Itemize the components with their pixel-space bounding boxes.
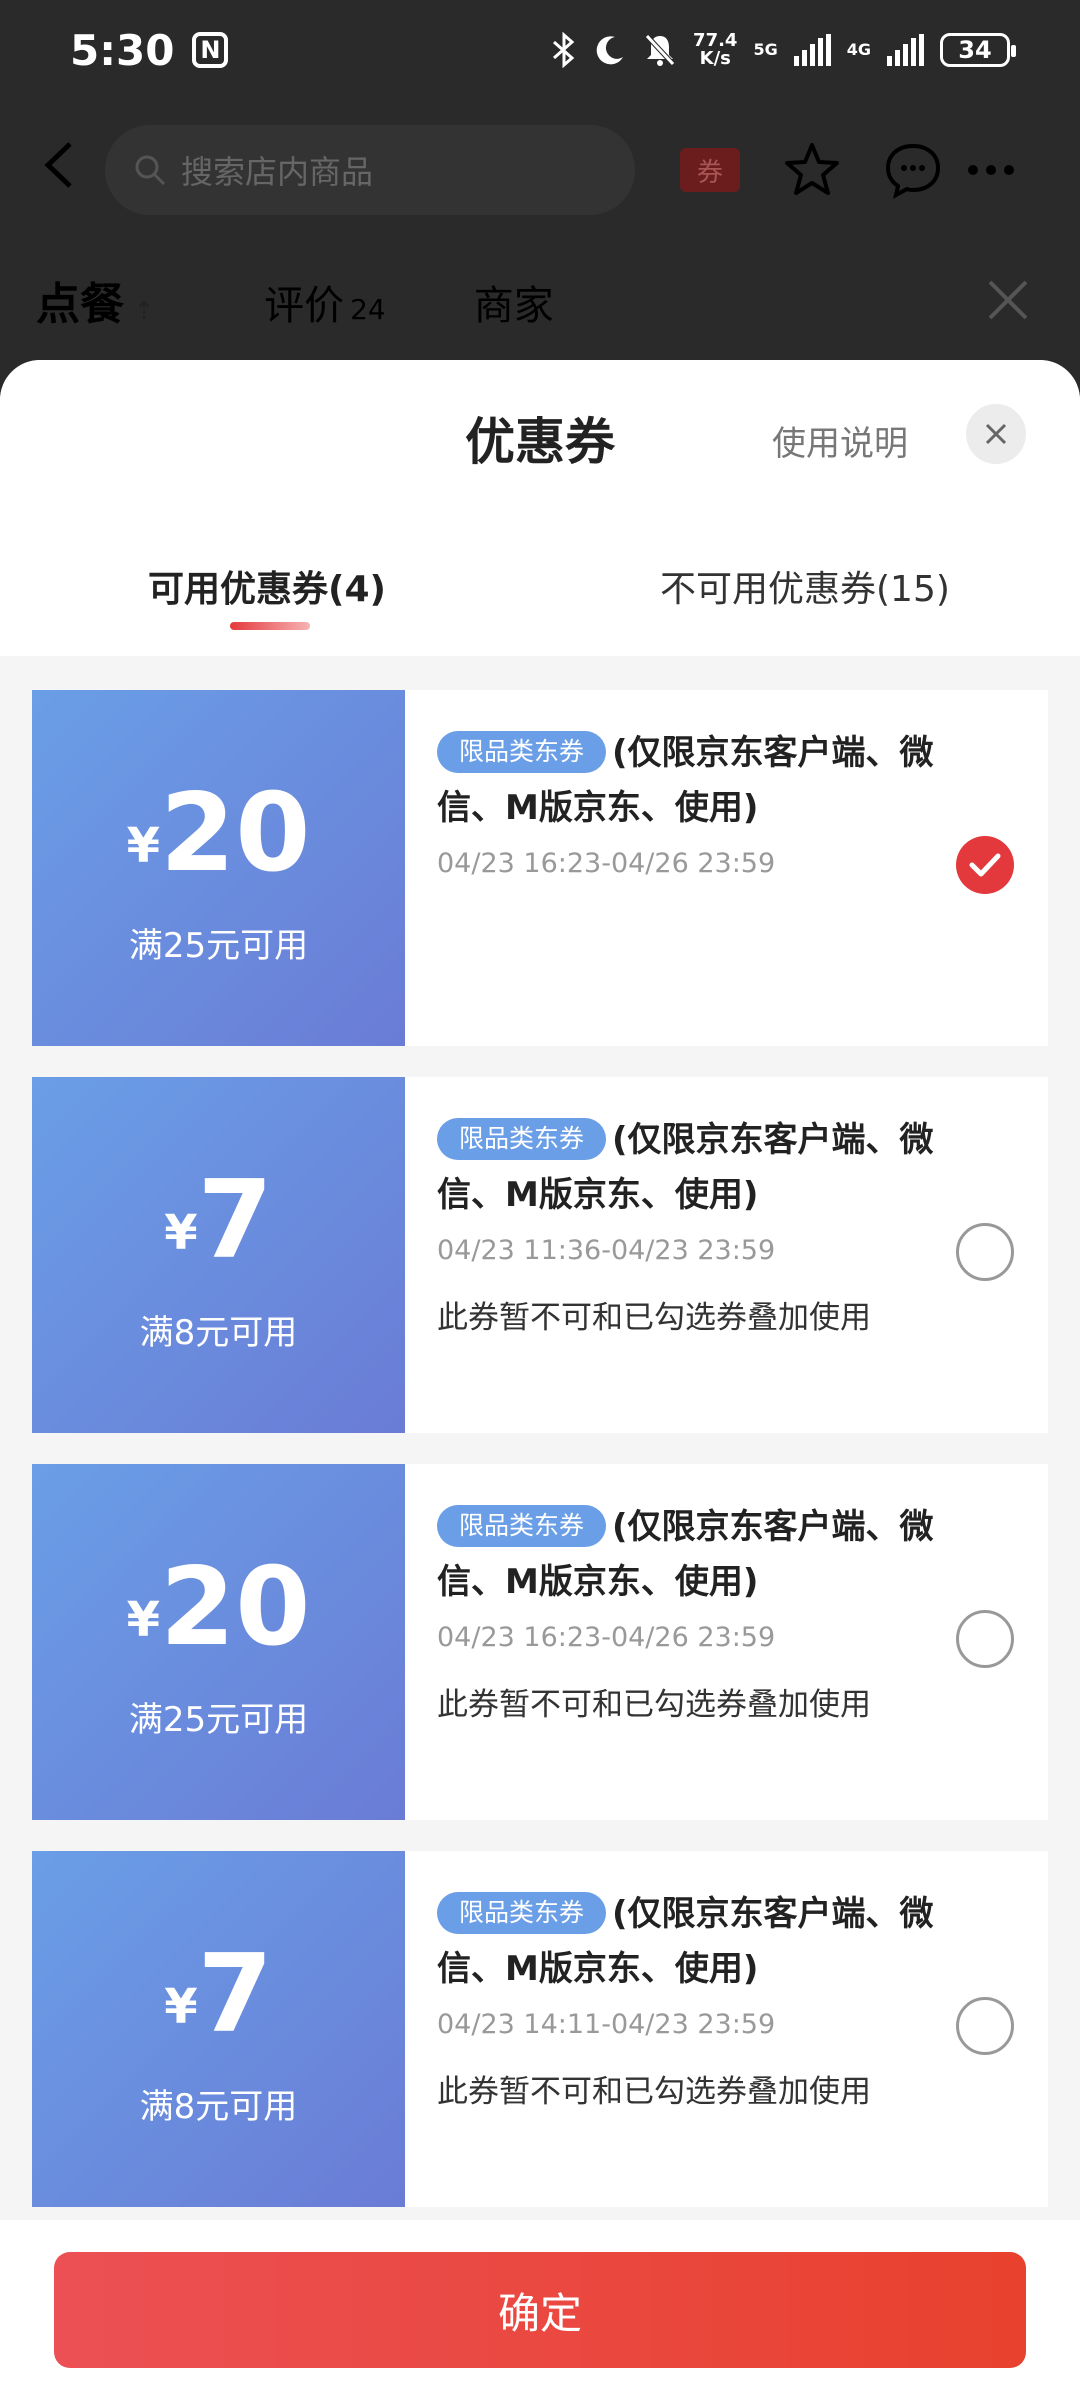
coupon-desc-line1: 限品类东券 (仅限京东客户端、微 — [437, 1113, 977, 1168]
net-speed: 77.4 K/s — [693, 32, 737, 68]
usage-instructions-link[interactable]: 使用说明 — [772, 416, 908, 465]
coupon-details: 限品类东券 (仅限京东客户端、微 信、M版京东、使用) 04/23 16:23-0… — [437, 726, 977, 879]
signal-4g-icon — [887, 34, 924, 66]
search-placeholder: 搜索店内商品 — [181, 153, 374, 191]
coupon-value-panel: ¥7 满8元可用 — [26, 1077, 405, 1433]
sheet-close-button[interactable] — [966, 404, 1026, 464]
min-spend: 满25元可用 — [128, 926, 309, 966]
coupon-validity: 04/23 14:11-04/23 23:59 — [437, 2009, 776, 2040]
category-tag: 限品类东券 — [437, 1505, 607, 1547]
tab-unavailable-coupons[interactable]: 不可用优惠券(15) — [660, 560, 950, 612]
search-input[interactable]: 搜索店内商品 — [105, 125, 635, 215]
sheet-header: 优惠券 使用说明 可用优惠券(4) 不可用优惠券(15) — [0, 360, 1080, 656]
net-speed-unit: K/s — [699, 48, 731, 69]
coupon-select-radio[interactable] — [956, 1610, 1014, 1668]
sheet-title: 优惠券 — [465, 413, 615, 471]
star-icon[interactable] — [782, 140, 842, 200]
chat-icon[interactable] — [882, 140, 944, 200]
coupon-amount: ¥7 — [32, 1941, 405, 2049]
sheet-footer: 确定 — [0, 2220, 1080, 2400]
tab-reviews-count: 24 — [350, 293, 386, 326]
coupon-details: 限品类东券 (仅限京东客户端、微 信、M版京东、使用) 04/23 14:11-0… — [437, 1887, 977, 2111]
category-tag: 限品类东券 — [437, 731, 607, 773]
confirm-button[interactable]: 确定 — [54, 2252, 1026, 2368]
coupon-card[interactable]: ¥7 满8元可用 限品类东券 (仅限京东客户端、微 信、M版京东、使用) 04/2… — [26, 1077, 1048, 1433]
coupon-desc-line2: 信、M版京东、使用) — [437, 1175, 759, 1215]
tab-reviews[interactable]: 评价 24 — [264, 273, 386, 331]
coupon-select-radio[interactable] — [956, 1997, 1014, 2055]
category-tag: 限品类东券 — [437, 1118, 607, 1160]
coupon-amount: ¥20 — [32, 780, 405, 888]
min-spend: 满8元可用 — [139, 2087, 298, 2127]
coupon-validity: 04/23 11:36-04/23 23:59 — [437, 1235, 776, 1266]
nfc-icon: N — [192, 32, 229, 68]
moon-icon — [596, 36, 624, 65]
coupon-stack-note: 此券暂不可和已勾选券叠加使用 — [437, 1300, 871, 1336]
net-5g-label: 5G — [753, 40, 778, 59]
check-icon — [969, 853, 1001, 877]
coupon-desc-text: (仅限京东客户端、微 — [612, 1894, 934, 1934]
status-bar: 5:30 N 77.4 K/s 5G 4G 34 — [0, 0, 1080, 100]
coupon-desc-line1: 限品类东券 (仅限京东客户端、微 — [437, 1887, 977, 1942]
coupon-desc-line1: 限品类东券 (仅限京东客户端、微 — [437, 726, 977, 781]
coupon-select-radio[interactable] — [956, 1223, 1014, 1281]
coupon-desc-line2: 信、M版京东、使用) — [437, 1562, 759, 1602]
currency-symbol: ¥ — [164, 1979, 198, 2035]
amount-value: 7 — [197, 1932, 273, 2057]
battery-icon: 34 — [940, 33, 1016, 67]
coupon-validity: 04/23 16:23-04/26 23:59 — [437, 1622, 776, 1653]
min-spend: 满25元可用 — [128, 1700, 309, 1740]
coupon-details: 限品类东券 (仅限京东客户端、微 信、M版京东、使用) 04/23 11:36-0… — [437, 1113, 977, 1337]
tab-order-arrow-icon: ⇡ — [134, 297, 155, 325]
close-icon — [985, 423, 1007, 445]
coupon-badge-button[interactable]: 券 — [680, 148, 740, 192]
coupon-stack-note: 此券暂不可和已勾选券叠加使用 — [437, 2074, 871, 2110]
tab-order[interactable]: 点餐 — [36, 268, 124, 332]
bluetooth-icon — [553, 32, 575, 68]
amount-value: 20 — [160, 771, 311, 896]
amount-value: 20 — [160, 1545, 311, 1670]
coupon-desc-line1: 限品类东券 (仅限京东客户端、微 — [437, 1500, 977, 1555]
signal-5g-icon — [793, 34, 831, 66]
coupon-value-panel: ¥20 满25元可用 — [26, 690, 405, 1046]
tab-available-coupons[interactable]: 可用优惠券(4) — [148, 560, 386, 612]
currency-symbol: ¥ — [126, 818, 161, 874]
min-spend: 满8元可用 — [139, 1313, 298, 1353]
coupon-desc-line2: 信、M版京东、使用) — [437, 788, 759, 828]
more-icon[interactable] — [968, 165, 1014, 175]
tab-merchant[interactable]: 商家 — [474, 273, 554, 331]
coupon-details: 限品类东券 (仅限京东客户端、微 信、M版京东、使用) 04/23 16:23-0… — [437, 1500, 977, 1724]
back-arrow-icon[interactable] — [40, 140, 80, 190]
coupon-list: ¥20 满25元可用 限品类东券 (仅限京东客户端、微 信、M版京东、使用) 04… — [26, 690, 1048, 2238]
coupon-amount: ¥7 — [32, 1167, 405, 1275]
coupon-validity: 04/23 16:23-04/26 23:59 — [437, 848, 776, 879]
tab-reviews-label: 评价 — [264, 283, 345, 329]
status-icons: 77.4 K/s 5G 4G 34 — [551, 32, 1016, 68]
coupon-amount: ¥20 — [32, 1554, 405, 1662]
amount-value: 7 — [197, 1158, 273, 1283]
coupon-desc-text: (仅限京东客户端、微 — [612, 1120, 934, 1160]
search-icon — [135, 155, 166, 186]
tab-indicator — [230, 622, 310, 630]
coupon-card[interactable]: ¥20 满25元可用 限品类东券 (仅限京东客户端、微 信、M版京东、使用) 04… — [26, 1464, 1048, 1820]
coupon-card[interactable]: ¥20 满25元可用 限品类东券 (仅限京东客户端、微 信、M版京东、使用) 04… — [26, 690, 1048, 1046]
currency-symbol: ¥ — [164, 1205, 198, 1261]
coupon-select-radio[interactable] — [956, 836, 1014, 894]
mute-bell-icon — [645, 34, 675, 66]
coupon-value-panel: ¥20 满25元可用 — [26, 1464, 405, 1820]
status-time: 5:30 — [70, 25, 175, 75]
coupon-card[interactable]: ¥7 满8元可用 限品类东券 (仅限京东客户端、微 信、M版京东、使用) 04/2… — [26, 1851, 1048, 2207]
coupon-desc-text: (仅限京东客户端、微 — [612, 1507, 934, 1547]
coupon-stack-note: 此券暂不可和已勾选券叠加使用 — [437, 1687, 871, 1723]
close-icon[interactable] — [986, 278, 1030, 322]
category-tag: 限品类东券 — [437, 1892, 607, 1934]
coupon-value-panel: ¥7 满8元可用 — [26, 1851, 405, 2207]
background-tabs: 点餐 ⇡ 评价 24 商家 — [36, 268, 554, 332]
currency-symbol: ¥ — [126, 1592, 161, 1648]
coupon-sheet: 优惠券 使用说明 可用优惠券(4) 不可用优惠券(15) ¥20 满25元可用 … — [0, 360, 1080, 2400]
net-4g-label: 4G — [846, 40, 871, 59]
coupon-desc-line2: 信、M版京东、使用) — [437, 1949, 759, 1989]
coupon-desc-text: (仅限京东客户端、微 — [612, 733, 934, 773]
